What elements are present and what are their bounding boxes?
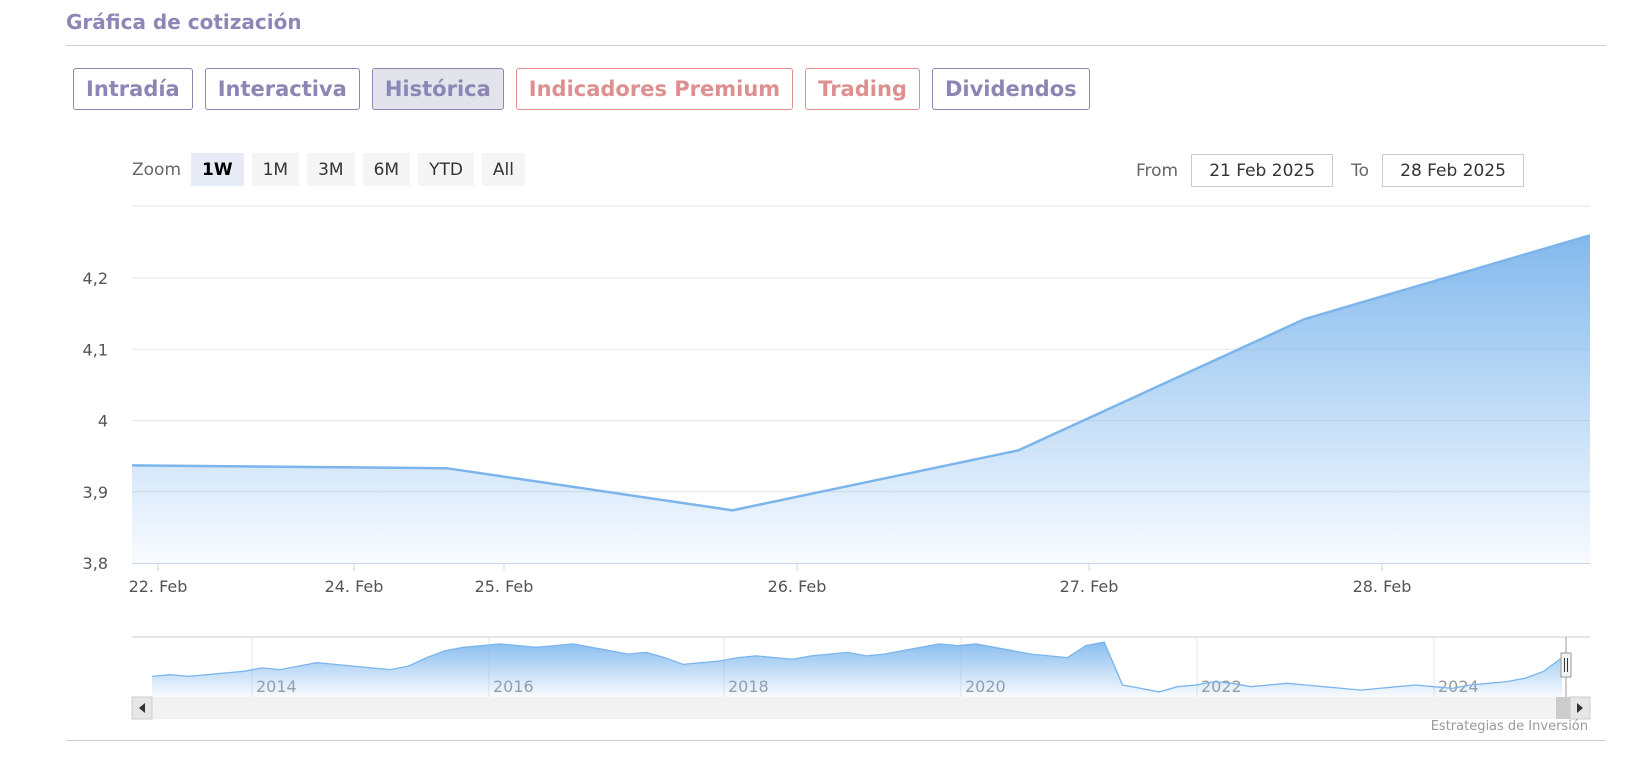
scrollbar-thumb[interactable] [1556,697,1570,719]
x-tick-label: 25. Feb [475,577,534,596]
y-tick-label: 4 [98,412,108,431]
x-tick-label: 24. Feb [325,577,384,596]
x-tick-label: 22. Feb [129,577,188,596]
series-area [132,235,1590,564]
y-tick-label: 4,1 [83,340,108,359]
y-tick-label: 4,2 [83,269,108,288]
chart-credit: Estrategias de Inversión [1430,719,1588,734]
navigator-handle[interactable] [1560,652,1572,678]
x-tick-label: 26. Feb [768,577,827,596]
y-tick-label: 3,8 [83,554,108,573]
x-tick-label: 27. Feb [1060,577,1119,596]
price-chart: 3,8 3,9 4 4,1 4,2 22. Feb 24. Feb 25. Feb 26. Fe… [83,205,1591,720]
footer-divider [66,740,1606,741]
x-tick-label: 28. Feb [1353,577,1412,596]
y-tick-label: 3,9 [83,483,108,502]
navigator-scrollbar-track[interactable] [132,697,1590,719]
